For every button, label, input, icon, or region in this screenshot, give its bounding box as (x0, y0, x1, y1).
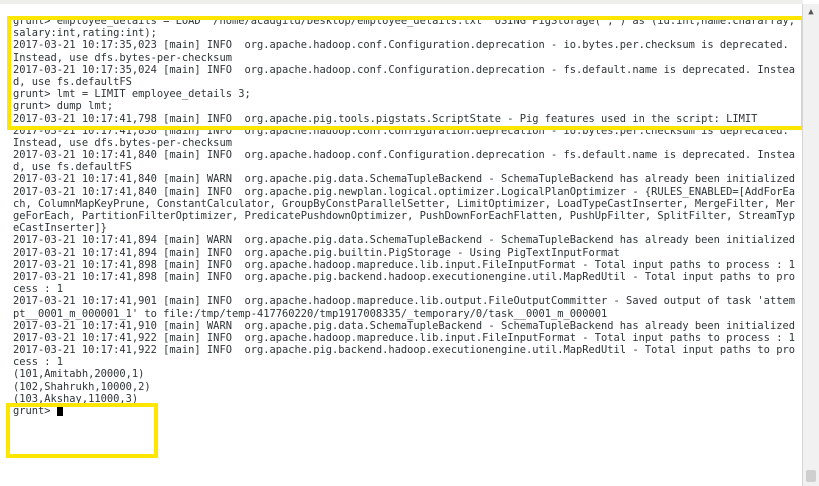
terminal-line: 2017-03-21 10:17:41,910 [main] WARN org.… (13, 319, 795, 332)
terminal-line: cess : 1 (13, 283, 64, 296)
terminal-line: salary:int,rating:int); (13, 27, 157, 40)
terminal-line: eCastInserter]} (13, 222, 107, 235)
terminal-line: 2017-03-21 10:17:41,922 [main] INFO org.… (13, 331, 795, 344)
terminal-line: 2017-03-21 10:17:35,024 [main] INFO org.… (13, 63, 795, 76)
terminal-line: pt__0001_m_000001_1' to file:/tmp/temp-4… (13, 307, 608, 320)
terminal-line: d, use fs.defaultFS (13, 161, 132, 174)
result-row: (101,Amitabh,20000,1) (13, 368, 145, 381)
terminal-line: Instead, use dfs.bytes-per-checksum (13, 136, 232, 149)
terminal-line: ch, ColumnMapKeyPrune, ConstantCalculato… (13, 197, 795, 210)
terminal-line: geForEach, PartitionFilterOptimizer, Pre… (13, 210, 795, 222)
terminal-line: 2017-03-21 10:17:41,898 [main] INFO org.… (13, 270, 795, 283)
result-row: (103,Akshay,11000,3) (13, 392, 139, 405)
terminal-line: 2017-03-21 10:17:41,894 [main] WARN org.… (13, 234, 795, 247)
scroll-up-arrow-icon[interactable]: ▲ (805, 6, 817, 18)
vertical-scrollbar[interactable]: ▲ (802, 4, 819, 486)
terminal-line: grunt> employee_details = LOAD '/home/ac… (13, 15, 795, 27)
terminal-line: 2017-03-21 10:17:41,840 [main] INFO org.… (13, 185, 795, 198)
terminal-line: 2017-03-21 10:17:41,894 [main] INFO org.… (13, 246, 620, 259)
terminal-line: d, use fs.defaultFS (13, 75, 132, 88)
terminal-view[interactable]: grunt> employee_details = LOAD '/home/ac… (0, 4, 803, 486)
terminal-line: 2017-03-21 10:17:41,840 [main] INFO org.… (13, 149, 795, 162)
terminal-line: 2017-03-21 10:17:35,023 [main] INFO org.… (13, 39, 789, 52)
terminal-line: Instead, use dfs.bytes-per-checksum (13, 51, 232, 64)
terminal-output: grunt> employee_details = LOAD '/home/ac… (13, 15, 795, 417)
terminal-line: 2017-03-21 10:17:41,898 [main] INFO org.… (13, 258, 795, 271)
prompt-text: grunt> (13, 405, 57, 417)
terminal-line: 2017-03-21 10:17:41,922 [main] INFO org.… (13, 344, 795, 357)
terminal-line: grunt> dump lmt; (13, 100, 114, 113)
terminal-line: grunt> lmt = LIMIT employee_details 3; (13, 88, 251, 101)
terminal-line: 2017-03-21 10:17:41,838 [main] INFO org.… (13, 124, 789, 137)
terminal-line: cess : 1 (13, 356, 64, 369)
terminal-line: 2017-03-21 10:17:41,798 [main] INFO org.… (13, 112, 758, 125)
terminal-line: 2017-03-21 10:17:41,901 [main] INFO org.… (13, 295, 795, 308)
scroll-thumb[interactable] (806, 470, 816, 482)
text-cursor (56, 405, 63, 416)
terminal-line: 2017-03-21 10:17:41,840 [main] WARN org.… (13, 173, 795, 186)
result-row: (102,Shahrukh,10000,2) (13, 380, 151, 393)
prompt-line[interactable]: grunt> (13, 405, 795, 417)
